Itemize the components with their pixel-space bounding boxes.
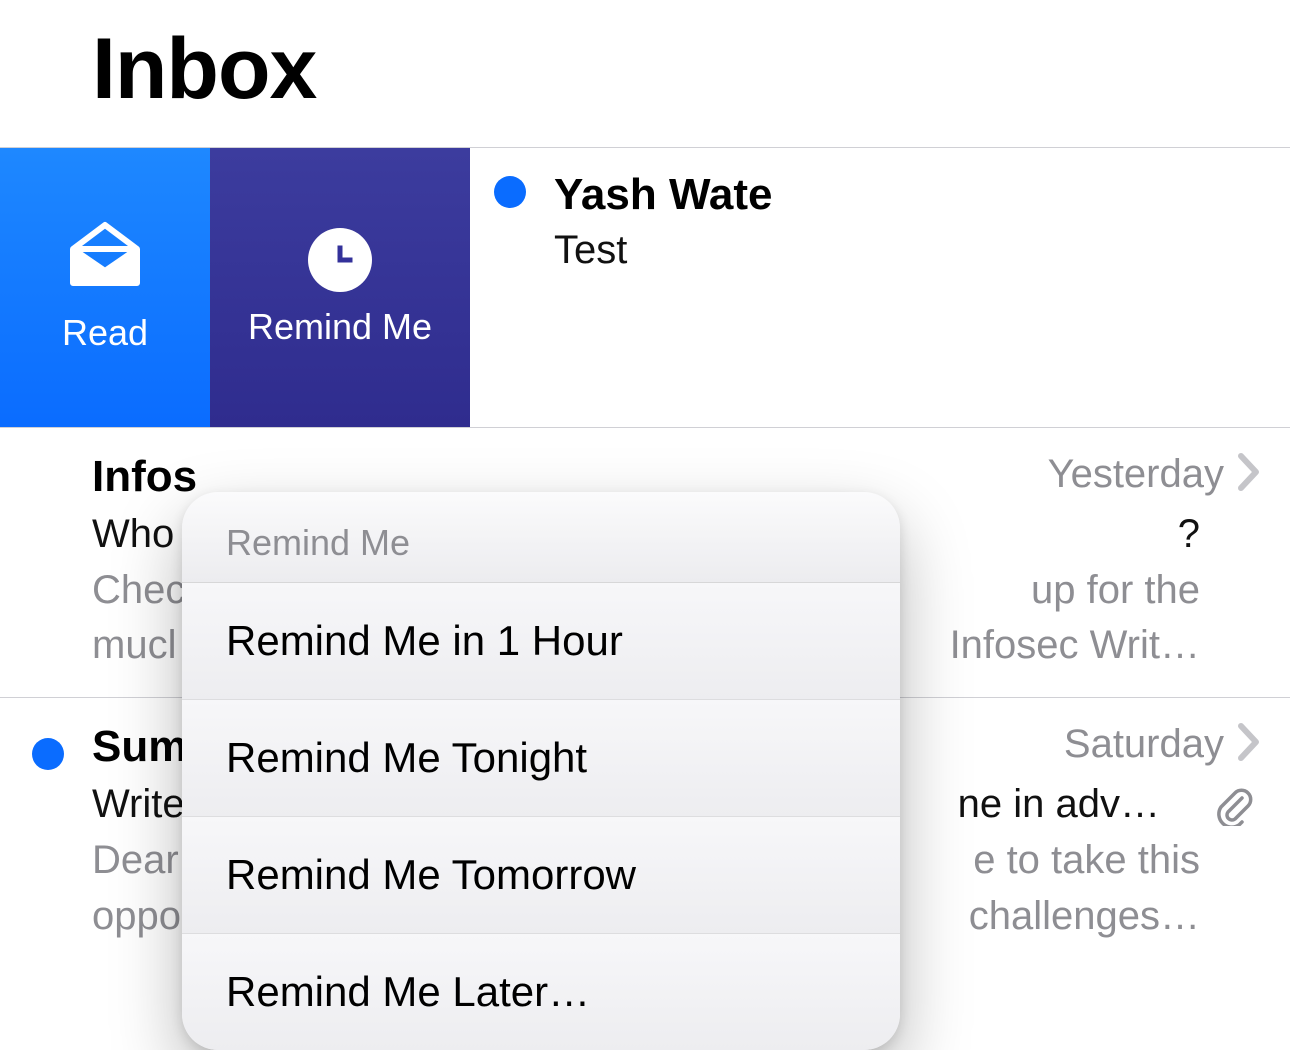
preview-part: up for the <box>1031 563 1260 618</box>
menu-option-tonight[interactable]: Remind Me Tonight <box>182 700 900 817</box>
message-meta: Saturday <box>1064 722 1260 767</box>
unread-dot-icon <box>494 176 526 208</box>
subject-part: Who <box>92 512 174 557</box>
chevron-right-icon <box>1238 453 1260 496</box>
chevron-right-icon <box>1238 723 1260 766</box>
menu-option-later[interactable]: Remind Me Later… <box>182 934 900 1050</box>
menu-option-1hour[interactable]: Remind Me in 1 Hour <box>182 583 900 700</box>
preview-part: Infosec Writ… <box>950 618 1260 673</box>
envelope-open-icon <box>67 221 143 298</box>
message-subject: Test <box>554 228 772 273</box>
message-date: Yesterday <box>1048 452 1224 497</box>
page-title: Inbox <box>0 0 1290 147</box>
swipe-remind-label: Remind Me <box>248 306 432 348</box>
preview-part: oppo. <box>92 889 192 944</box>
subject-part: Write <box>92 782 185 827</box>
preview-part: e to take this <box>973 833 1260 888</box>
message-meta: Yesterday <box>1048 452 1260 497</box>
remind-me-menu: Remind Me Remind Me in 1 Hour Remind Me … <box>182 492 900 1050</box>
preview-part: Chec <box>92 563 185 618</box>
subject-part: ? <box>1178 512 1260 557</box>
message-sender: Yash Wate <box>554 170 772 220</box>
swipe-remind-button[interactable]: Remind Me <box>210 148 470 427</box>
paperclip-icon <box>1214 786 1254 831</box>
message-date: Saturday <box>1064 722 1224 767</box>
preview-part: mucl <box>92 618 176 673</box>
message-row-swiped: Read Remind Me Yash Wate Test <box>0 148 1290 428</box>
clock-icon <box>308 228 372 292</box>
message-content[interactable]: Yash Wate Test <box>470 148 1290 427</box>
menu-option-tomorrow[interactable]: Remind Me Tomorrow <box>182 817 900 934</box>
swipe-read-button[interactable]: Read <box>0 148 210 427</box>
swipe-read-label: Read <box>62 312 148 354</box>
preview-part: Dear <box>92 833 179 888</box>
preview-part: challenges… <box>969 889 1260 944</box>
menu-title: Remind Me <box>182 492 900 583</box>
